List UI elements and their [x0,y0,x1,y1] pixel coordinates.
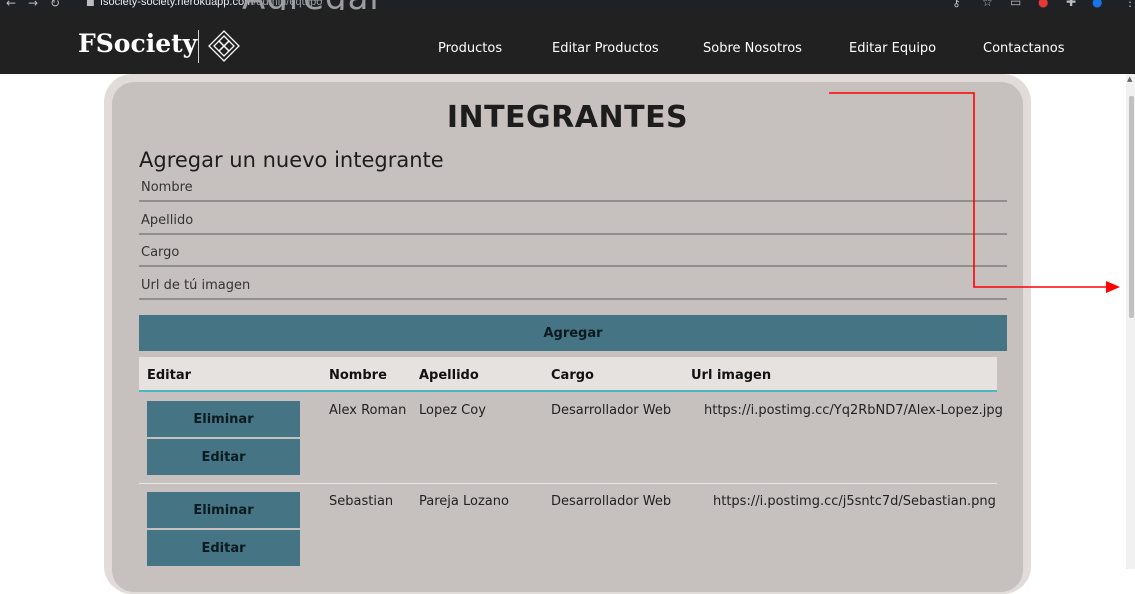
reload-icon[interactable]: ↻ [50,0,60,10]
puzzle-icon[interactable]: ✚ [1066,0,1076,9]
brand-divider [198,30,199,63]
header-apellido: Apellido [419,368,479,383]
cell-cargo: Desarrollador Web [551,494,672,509]
apellido-placeholder: Apellido [141,213,194,228]
url-imagen-input[interactable]: Url de tú imagen [139,276,1007,300]
profile-avatar-icon[interactable]: ● [1092,0,1102,9]
editar-button[interactable]: Editar [147,439,300,475]
cargo-placeholder: Cargo [141,245,180,260]
browser-toolbar: ← → ↻ ■ fsociety-society.herokuapp.com/a… [0,0,1135,10]
header-url-imagen: Url imagen [691,368,772,383]
nombre-placeholder: Nombre [141,180,193,195]
cell-nombre: Sebastian [329,494,394,509]
row-divider [139,483,997,484]
forward-arrow-icon[interactable]: → [28,0,38,10]
nav-contactanos[interactable]: Contactanos [983,41,1065,56]
eliminar-button[interactable]: Eliminar [147,401,300,437]
nav-editar-equipo[interactable]: Editar Equipo [849,41,936,56]
apellido-input[interactable]: Apellido [139,211,1007,235]
extension-red-icon[interactable]: ● [1038,0,1048,9]
header-nombre: Nombre [329,368,387,383]
url-host: fsociety-society.herokuapp.com [100,0,254,8]
page-title: INTEGRANTES [446,100,689,135]
nav-editar-productos[interactable]: Editar Productos [552,41,659,56]
table-header: Editar Nombre Apellido Cargo Url imagen [139,357,997,392]
key-icon[interactable]: ⚷ [952,0,961,9]
agregar-button[interactable]: Agregar [139,315,1007,351]
navbar: FSociety Productos Editar Productos Sobr… [0,10,1135,74]
menu-dots-icon[interactable]: ⋮ [1124,0,1135,9]
nav-productos[interactable]: Productos [438,41,502,56]
star-icon[interactable]: ☆ [982,0,993,9]
cell-apellido: Lopez Coy [419,403,486,418]
cell-url: https://i.postimg.cc/Yq2RbND7/Alex-Lopez… [704,403,1003,418]
cell-cargo: Desarrollador Web [551,403,672,418]
header-editar: Editar [147,368,192,383]
cell-url: https://i.postimg.cc/j5sntc7d/Sebastian.… [713,494,996,509]
cargo-input[interactable]: Cargo [139,243,1007,267]
form-subtitle: Agregar un nuevo integrante [139,148,444,172]
scrollbar-thumb[interactable] [1129,96,1134,318]
eliminar-button[interactable]: Eliminar [147,492,300,528]
extensions-icon[interactable]: ▭ [1010,0,1021,9]
cell-apellido: Pareja Lozano [419,494,509,509]
back-arrow-icon[interactable]: ← [6,0,16,10]
header-cargo: Cargo [551,368,594,383]
nav-sobre-nosotros[interactable]: Sobre Nosotros [703,41,802,56]
lock-icon[interactable]: ■ [86,0,95,8]
scroll-up-icon[interactable]: ▲ [1127,75,1132,83]
nombre-input[interactable]: Nombre [139,178,1007,202]
url-imagen-placeholder: Url de tú imagen [141,278,251,293]
cell-nombre: Alex Roman [329,403,407,418]
diamond-logo-icon [206,28,242,68]
brand-name[interactable]: FSociety [78,29,197,58]
editar-button[interactable]: Editar [147,530,300,566]
